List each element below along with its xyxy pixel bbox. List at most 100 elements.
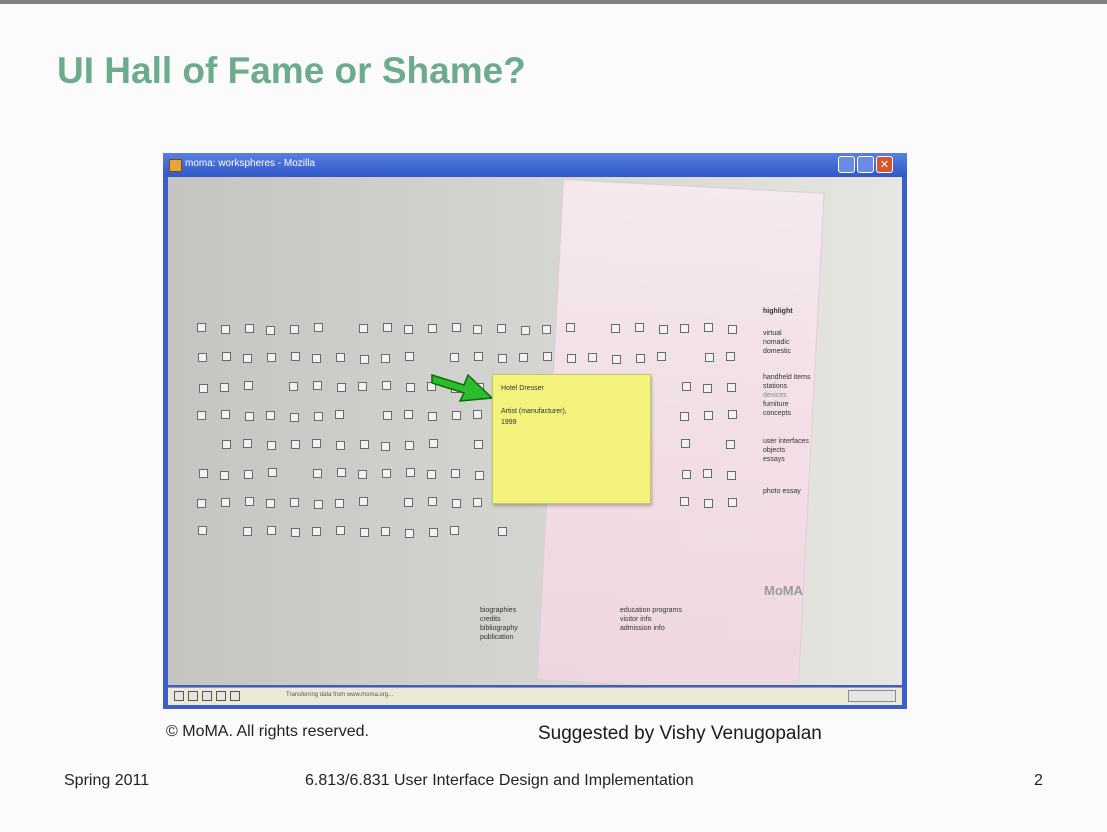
grid-item[interactable]: [473, 325, 482, 334]
grid-item[interactable]: [360, 528, 369, 537]
grid-item[interactable]: [198, 353, 207, 362]
link-credits[interactable]: credits: [480, 616, 501, 623]
grid-item[interactable]: [474, 440, 483, 449]
grid-item[interactable]: [336, 526, 345, 535]
grid-item[interactable]: [405, 529, 414, 538]
nav-handheld[interactable]: handheld items: [763, 374, 810, 381]
grid-item[interactable]: [266, 411, 275, 420]
grid-item[interactable]: [245, 324, 254, 333]
grid-item[interactable]: [406, 383, 415, 392]
grid-item[interactable]: [245, 497, 254, 506]
grid-item[interactable]: [726, 440, 735, 449]
grid-item[interactable]: [521, 326, 530, 335]
link-education[interactable]: education programs: [620, 607, 682, 614]
grid-item[interactable]: [267, 526, 276, 535]
grid-item[interactable]: [312, 439, 321, 448]
grid-item[interactable]: [360, 355, 369, 364]
nav-user-interfaces[interactable]: user interfaces: [763, 438, 809, 445]
nav-highlight[interactable]: highlight: [763, 308, 793, 315]
grid-item[interactable]: [360, 440, 369, 449]
grid-item[interactable]: [680, 412, 689, 421]
grid-item[interactable]: [682, 382, 691, 391]
grid-item[interactable]: [498, 354, 507, 363]
grid-item[interactable]: [542, 325, 551, 334]
grid-item[interactable]: [313, 469, 322, 478]
grid-item[interactable]: [381, 527, 390, 536]
grid-item[interactable]: [635, 323, 644, 332]
nav-objects[interactable]: objects: [763, 447, 785, 454]
grid-item[interactable]: [266, 499, 275, 508]
grid-item[interactable]: [336, 353, 345, 362]
grid-item[interactable]: [290, 413, 299, 422]
grid-item[interactable]: [452, 411, 461, 420]
grid-item[interactable]: [358, 382, 367, 391]
grid-item[interactable]: [221, 325, 230, 334]
object-grid[interactable]: [197, 323, 768, 575]
grid-item[interactable]: [335, 410, 344, 419]
maximize-icon[interactable]: [857, 156, 874, 173]
grid-item[interactable]: [220, 383, 229, 392]
grid-item[interactable]: [381, 442, 390, 451]
nav-concepts[interactable]: concepts: [763, 410, 791, 417]
nav-photo-essay[interactable]: photo essay: [763, 488, 801, 495]
nav-nomadic[interactable]: nomadic: [763, 339, 789, 346]
grid-item[interactable]: [659, 325, 668, 334]
grid-item[interactable]: [727, 471, 736, 480]
grid-item[interactable]: [383, 323, 392, 332]
grid-item[interactable]: [611, 324, 620, 333]
grid-item[interactable]: [450, 526, 459, 535]
grid-item[interactable]: [428, 412, 437, 421]
grid-item[interactable]: [682, 470, 691, 479]
grid-item[interactable]: [427, 470, 436, 479]
grid-item[interactable]: [405, 352, 414, 361]
grid-item[interactable]: [197, 499, 206, 508]
link-biographies[interactable]: biographies: [480, 607, 516, 614]
grid-item[interactable]: [498, 527, 507, 536]
grid-item[interactable]: [428, 497, 437, 506]
grid-item[interactable]: [313, 381, 322, 390]
grid-item[interactable]: [359, 324, 368, 333]
grid-item[interactable]: [451, 469, 460, 478]
nav-essays[interactable]: essays: [763, 456, 785, 463]
grid-item[interactable]: [244, 470, 253, 479]
grid-item[interactable]: [244, 381, 253, 390]
grid-item[interactable]: [703, 384, 712, 393]
grid-item[interactable]: [519, 353, 528, 362]
grid-item[interactable]: [680, 324, 689, 333]
grid-item[interactable]: [567, 354, 576, 363]
grid-item[interactable]: [291, 440, 300, 449]
grid-item[interactable]: [681, 439, 690, 448]
grid-item[interactable]: [727, 383, 736, 392]
grid-item[interactable]: [497, 324, 506, 333]
grid-item[interactable]: [314, 323, 323, 332]
grid-item[interactable]: [289, 382, 298, 391]
grid-item[interactable]: [728, 325, 737, 334]
grid-item[interactable]: [452, 499, 461, 508]
grid-item[interactable]: [198, 526, 207, 535]
nav-furniture[interactable]: furniture: [763, 401, 789, 408]
grid-item[interactable]: [197, 323, 206, 332]
grid-item[interactable]: [314, 412, 323, 421]
grid-item[interactable]: [337, 468, 346, 477]
grid-item[interactable]: [291, 528, 300, 537]
grid-item[interactable]: [221, 498, 230, 507]
grid-item[interactable]: [705, 353, 714, 362]
grid-item[interactable]: [199, 384, 208, 393]
grid-item[interactable]: [543, 352, 552, 361]
grid-item[interactable]: [475, 471, 484, 480]
grid-item[interactable]: [290, 498, 299, 507]
grid-item[interactable]: [382, 381, 391, 390]
grid-item[interactable]: [452, 323, 461, 332]
grid-item[interactable]: [473, 410, 482, 419]
nav-stations[interactable]: stations: [763, 383, 787, 390]
grid-item[interactable]: [474, 352, 483, 361]
grid-item[interactable]: [267, 353, 276, 362]
grid-item[interactable]: [222, 440, 231, 449]
grid-item[interactable]: [450, 353, 459, 362]
grid-item[interactable]: [245, 412, 254, 421]
grid-item[interactable]: [199, 469, 208, 478]
grid-item[interactable]: [428, 324, 437, 333]
close-icon[interactable]: ✕: [876, 156, 893, 173]
grid-item[interactable]: [382, 469, 391, 478]
grid-item[interactable]: [312, 527, 321, 536]
